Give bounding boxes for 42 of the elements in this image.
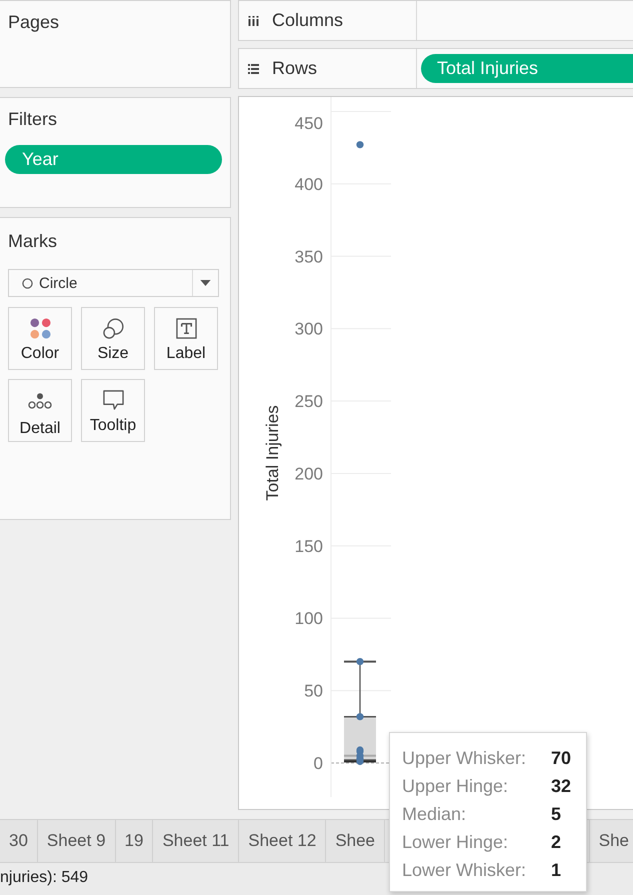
axis-tick-label: 200 bbox=[294, 464, 323, 484]
axis-tick-label: 150 bbox=[294, 536, 323, 556]
axis-tick-label: 50 bbox=[304, 682, 323, 701]
axis-title: Total Injuries bbox=[263, 405, 282, 501]
axis-tick-label: 0 bbox=[314, 754, 323, 773]
tooltip-label: Lower Hinge: bbox=[402, 832, 510, 852]
circle-icon bbox=[22, 278, 33, 288]
columns-icon bbox=[248, 16, 259, 26]
card-title: Marks bbox=[8, 230, 57, 252]
speech-bubble-icon bbox=[102, 390, 124, 411]
dots-icon bbox=[28, 393, 52, 409]
tooltip-value: 32 bbox=[551, 776, 572, 796]
tooltip-label: Upper Hinge: bbox=[402, 776, 510, 796]
axis-tick-label: 450 bbox=[294, 114, 323, 133]
text-box-icon bbox=[176, 318, 196, 339]
data-point bbox=[356, 141, 364, 148]
caret-icon bbox=[200, 280, 211, 286]
axis-tick-label: 300 bbox=[294, 320, 323, 339]
tooltip-value: 70 bbox=[551, 748, 572, 768]
axis-tick-label: 100 bbox=[294, 609, 323, 628]
tooltip-value: 5 bbox=[551, 804, 562, 824]
size-button[interactable]: Size bbox=[81, 307, 145, 370]
tooltip-value: 2 bbox=[551, 832, 562, 852]
overlapping-circles-icon bbox=[102, 318, 124, 339]
shelf-label: Rows bbox=[272, 58, 318, 79]
four-dots-icon bbox=[30, 318, 50, 339]
card-title: Filters bbox=[8, 108, 57, 130]
data-point bbox=[356, 713, 364, 720]
tooltip-label: Median: bbox=[402, 804, 468, 824]
color-button[interactable]: Color bbox=[8, 307, 72, 370]
axis-tick-label: 250 bbox=[294, 392, 323, 412]
axis-tick-label: 400 bbox=[294, 174, 323, 194]
detail-button[interactable]: Detail bbox=[8, 379, 72, 442]
shelf-label: Columns bbox=[272, 10, 344, 31]
card-title: Pages bbox=[8, 11, 60, 33]
mark-type-dropdown[interactable]: Circle bbox=[8, 269, 219, 297]
tooltip-label: Upper Whisker: bbox=[402, 748, 528, 768]
tooltip-button[interactable]: Tooltip bbox=[81, 379, 145, 442]
list-icon bbox=[248, 64, 259, 74]
axis-tick-label: 350 bbox=[294, 247, 323, 266]
label-button[interactable]: Label bbox=[154, 307, 218, 370]
data-point bbox=[356, 658, 364, 666]
